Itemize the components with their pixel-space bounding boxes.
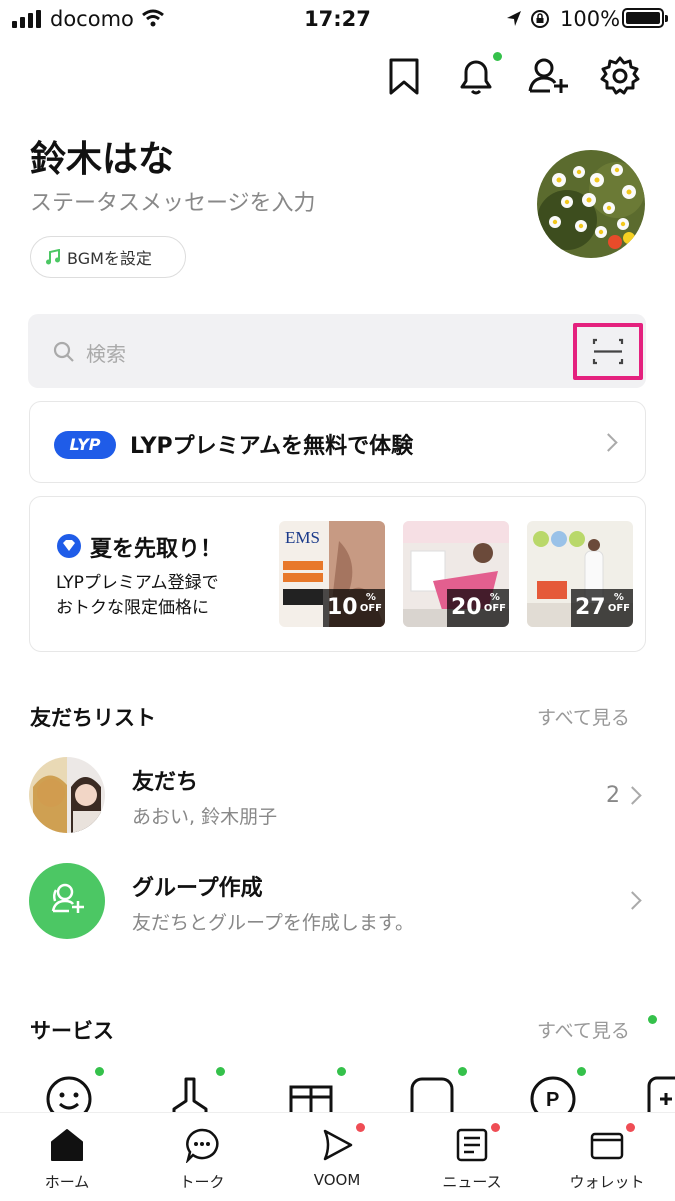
tab-wallet-label: ウォレット bbox=[569, 1173, 645, 1191]
chevron-right-icon bbox=[599, 433, 618, 452]
create-group-title: グループ作成 bbox=[132, 876, 263, 901]
tab-home-label: ホーム bbox=[44, 1173, 90, 1191]
discount-badge: 10% OFF bbox=[323, 589, 385, 627]
search-icon bbox=[53, 341, 74, 362]
profile-name[interactable]: 鈴木はな bbox=[30, 130, 174, 182]
battery-icon bbox=[622, 8, 668, 28]
location-icon bbox=[507, 11, 521, 26]
discount-badge: 27% OFF bbox=[571, 589, 633, 627]
bottom-nav: ホーム トーク VOOM ニュース ウォレット bbox=[0, 1112, 675, 1200]
add-friend-button[interactable] bbox=[524, 52, 572, 100]
status-bar: docomo 17:27 100% bbox=[0, 0, 675, 40]
create-group-subtitle: 友だちとグループを作成します。 bbox=[132, 912, 414, 934]
friends-count: 2 bbox=[606, 783, 620, 808]
bookmark-icon bbox=[389, 58, 419, 95]
friends-row-subtitle: あおい, 鈴木朋子 bbox=[132, 806, 278, 828]
tab-home[interactable]: ホーム bbox=[12, 1113, 122, 1201]
notifications-button[interactable] bbox=[452, 52, 502, 100]
promo-line-1: LYPプレミアム登録で bbox=[56, 573, 219, 593]
search-bar[interactable]: 検索 bbox=[28, 314, 646, 388]
gear-icon bbox=[600, 56, 640, 95]
lyp-premium-banner[interactable]: LYP LYPプレミアムを無料で体験 bbox=[29, 401, 646, 483]
notification-dot bbox=[493, 52, 502, 61]
diamond-icon bbox=[57, 534, 81, 558]
settings-button[interactable] bbox=[596, 52, 644, 100]
create-group-avatar bbox=[29, 863, 105, 939]
voom-icon bbox=[323, 1129, 353, 1161]
friends-avatar bbox=[29, 757, 105, 833]
news-icon bbox=[456, 1128, 488, 1162]
svg-text:P: P bbox=[546, 1089, 559, 1111]
tab-talk[interactable]: トーク bbox=[147, 1113, 257, 1201]
voom-badge bbox=[356, 1123, 365, 1132]
services-section-title: サービス bbox=[30, 1019, 114, 1043]
tab-talk-label: トーク bbox=[179, 1173, 225, 1191]
qr-scan-button[interactable] bbox=[573, 323, 643, 380]
tab-news-label: ニュース bbox=[442, 1173, 502, 1191]
wallet-icon bbox=[590, 1132, 624, 1160]
tab-voom[interactable]: VOOM bbox=[282, 1113, 392, 1201]
tab-news[interactable]: ニュース bbox=[417, 1113, 527, 1201]
bookmark-button[interactable] bbox=[380, 52, 428, 100]
friends-section-title: 友だちリスト bbox=[30, 706, 156, 730]
promo-line-2: おトクな限定価格に bbox=[56, 598, 209, 618]
scan-icon bbox=[592, 338, 624, 365]
status-message-input[interactable]: ステータスメッセージを入力 bbox=[30, 185, 316, 217]
discount-value: 10 bbox=[327, 595, 358, 620]
add-friend-icon bbox=[528, 58, 568, 93]
lyp-logo: LYP bbox=[54, 431, 116, 459]
friends-see-all-link[interactable]: すべて見る bbox=[537, 703, 630, 730]
promo-card[interactable]: 夏を先取り！ LYPプレミアム登録で おトクな限定価格に EMS 10% OFF … bbox=[29, 496, 646, 652]
services-new-dot bbox=[648, 1015, 657, 1024]
promo-item-1[interactable]: EMS 10% OFF bbox=[279, 521, 385, 627]
wallet-badge bbox=[626, 1123, 635, 1132]
discount-value: 27 bbox=[575, 595, 606, 620]
bgm-label: BGMを設定 bbox=[67, 249, 152, 268]
bell-icon bbox=[460, 60, 492, 95]
promo-item-3[interactable]: 27% OFF bbox=[527, 521, 633, 627]
battery-percent: 100% bbox=[560, 7, 621, 31]
home-icon bbox=[51, 1129, 83, 1161]
discount-value: 20 bbox=[451, 595, 482, 620]
promo-item-2[interactable]: 20% OFF bbox=[403, 521, 509, 627]
bgm-button[interactable]: BGMを設定 bbox=[30, 236, 186, 278]
tab-voom-label: VOOM bbox=[313, 1171, 361, 1189]
add-group-icon bbox=[51, 883, 84, 913]
promo-title: 夏を先取り！ bbox=[90, 537, 223, 562]
ems-caption: EMS bbox=[285, 528, 320, 547]
services-see-all-link[interactable]: すべて見る bbox=[537, 1016, 630, 1043]
friends-row-title: 友だち bbox=[132, 770, 199, 795]
search-placeholder: 検索 bbox=[86, 342, 126, 366]
chat-bubble-icon bbox=[185, 1128, 219, 1163]
discount-badge: 20% OFF bbox=[447, 589, 509, 627]
lyp-banner-text: LYPプレミアムを無料で体験 bbox=[130, 434, 414, 459]
tab-wallet[interactable]: ウォレット bbox=[552, 1113, 662, 1201]
promo-description: LYPプレミアム登録で おトクな限定価格に bbox=[56, 571, 286, 621]
music-note-icon bbox=[46, 249, 60, 265]
rotation-lock-icon bbox=[531, 10, 549, 28]
profile-avatar[interactable] bbox=[537, 150, 645, 258]
news-badge bbox=[491, 1123, 500, 1132]
